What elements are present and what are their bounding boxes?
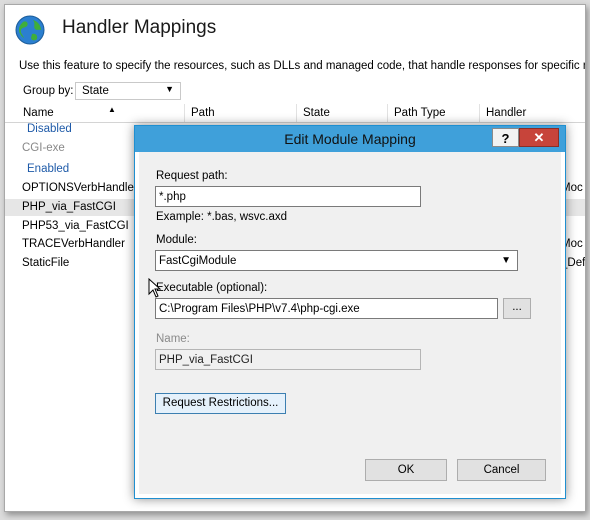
request-path-example: Example: *.bas, wsvc.axd (156, 211, 288, 223)
row-name: CGI-exe (22, 142, 65, 154)
module-select-value: FastCgiModule (159, 255, 237, 267)
module-label: Module: (156, 234, 197, 246)
request-path-label: Request path: (156, 170, 228, 182)
request-path-input[interactable]: *.php (155, 186, 421, 207)
name-label: Name: (156, 333, 190, 345)
row-name: PHP53_via_FastCGI (22, 220, 129, 232)
group-enabled[interactable]: Enabled (27, 163, 69, 175)
mouse-pointer-icon (148, 278, 162, 298)
sort-up-icon: ▲ (108, 105, 116, 114)
page-title: Handler Mappings (62, 17, 217, 38)
group-disabled[interactable]: Disabled (27, 123, 72, 135)
group-by-value: State (82, 85, 109, 97)
executable-input[interactable]: C:\Program Files\PHP\v7.4\php-cgi.exe (155, 298, 498, 319)
chevron-down-icon: ▼ (501, 255, 511, 266)
page-description: Use this feature to specify the resource… (19, 60, 586, 72)
browse-button[interactable]: ... (503, 298, 531, 319)
row-name: PHP_via_FastCGI (22, 201, 116, 213)
column-header-path-type[interactable]: Path Type (388, 104, 480, 122)
row-name: TRACEVerbHandler (22, 238, 125, 250)
module-select[interactable]: FastCgiModule ▼ (155, 250, 518, 271)
dialog-titlebar[interactable]: Edit Module Mapping ? ✕ (135, 126, 565, 152)
name-input[interactable]: PHP_via_FastCGI (155, 349, 421, 370)
column-header-path[interactable]: Path (185, 104, 297, 122)
row-name: OPTIONSVerbHandler (22, 182, 138, 194)
ok-button[interactable]: OK (365, 459, 447, 481)
request-restrictions-button[interactable]: Request Restrictions... (155, 393, 286, 414)
executable-label: Executable (optional): (156, 282, 268, 294)
row-name: StaticFile (22, 257, 70, 269)
column-header-state[interactable]: State (297, 104, 388, 122)
column-header-name-label: Name (23, 107, 54, 119)
edit-module-mapping-dialog: Edit Module Mapping ? ✕ Request path: *.… (134, 125, 566, 499)
globe-icon (15, 15, 45, 45)
column-header-name[interactable]: Name ▲ (17, 104, 185, 122)
close-button[interactable]: ✕ (519, 128, 559, 147)
column-header-row: Name ▲ Path State Path Type Handler (5, 104, 585, 123)
dialog-body: Request path: *.php Example: *.bas, wsvc… (139, 152, 561, 494)
chevron-down-icon: ▼ (165, 84, 174, 94)
group-by-label: Group by: (23, 85, 74, 97)
cancel-button[interactable]: Cancel (457, 459, 546, 481)
column-header-handler[interactable]: Handler (480, 104, 585, 122)
handler-mappings-panel: Handler Mappings Use this feature to spe… (4, 4, 586, 512)
group-by-select[interactable]: State ▼ (75, 82, 181, 100)
help-button[interactable]: ? (492, 128, 519, 147)
